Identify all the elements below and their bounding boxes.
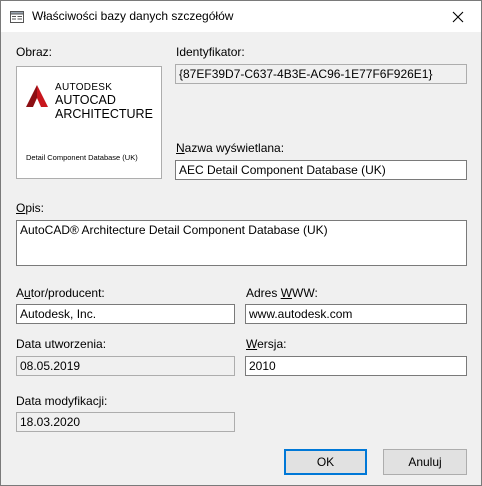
version-label-text: ersja: [257,337,287,351]
author-label: Autor/producent: [16,286,105,300]
brand-autocad: AUTOCAD [55,93,116,107]
display-name-label-text: azwa wyświetlana: [184,141,285,155]
autocad-logo-icon [26,85,48,107]
website-label-pre: Adres [246,286,281,300]
author-label-pre: A [16,286,25,300]
author-input[interactable]: Autodesk, Inc. [16,304,235,324]
display-name-mnemonic: N [176,141,185,155]
created-label: Data utworzenia: [16,337,107,351]
window-icon [10,11,24,23]
modified-field[interactable]: 18.03.2020 [16,412,235,432]
website-mnemonic: W [280,286,293,300]
website-label-text: WW: [292,286,318,300]
close-icon [452,11,464,22]
identifier-label: Identyfikator: [176,45,245,59]
website-label: Adres WWW: [246,286,318,300]
brand-architecture: ARCHITECTURE [55,107,153,121]
database-image: AUTODESK AUTOCAD ARCHITECTURE Detail Com… [16,66,162,179]
title-bar[interactable]: Właściwości bazy danych szczegółów [1,1,481,32]
author-label-text: tor/producent: [30,286,105,300]
image-label: Obraz: [16,45,53,59]
version-mnemonic: W [246,337,258,351]
created-field[interactable]: 08.05.2019 [16,356,235,376]
cancel-button[interactable]: Anuluj [383,449,467,475]
description-textarea[interactable]: AutoCAD® Architecture Detail Component D… [16,220,467,266]
description-mnemonic: O [16,201,26,215]
ok-button[interactable]: OK [284,449,367,475]
author-mnemonic: u [24,286,31,300]
brand-autodesk: AUTODESK [55,82,113,93]
description-label: Opis: [16,201,44,215]
version-input[interactable]: 2010 [245,356,467,376]
close-button[interactable] [435,1,481,32]
properties-dialog: Właściwości bazy danych szczegółów Obraz… [0,0,482,486]
image-caption: Detail Component Database (UK) [26,153,138,162]
modified-label: Data modyfikacji: [16,394,108,408]
identifier-field[interactable]: {87EF39D7-C637-4B3E-AC96-1E77F6F926E1} [175,64,467,84]
display-name-label: Nazwa wyświetlana: [176,141,284,155]
version-label: Wersja: [246,337,286,351]
description-label-text: pis: [25,201,45,215]
display-name-input[interactable]: AEC Detail Component Database (UK) [175,160,467,180]
window-title: Właściwości bazy danych szczegółów [32,9,234,23]
website-input[interactable]: www.autodesk.com [245,304,467,324]
